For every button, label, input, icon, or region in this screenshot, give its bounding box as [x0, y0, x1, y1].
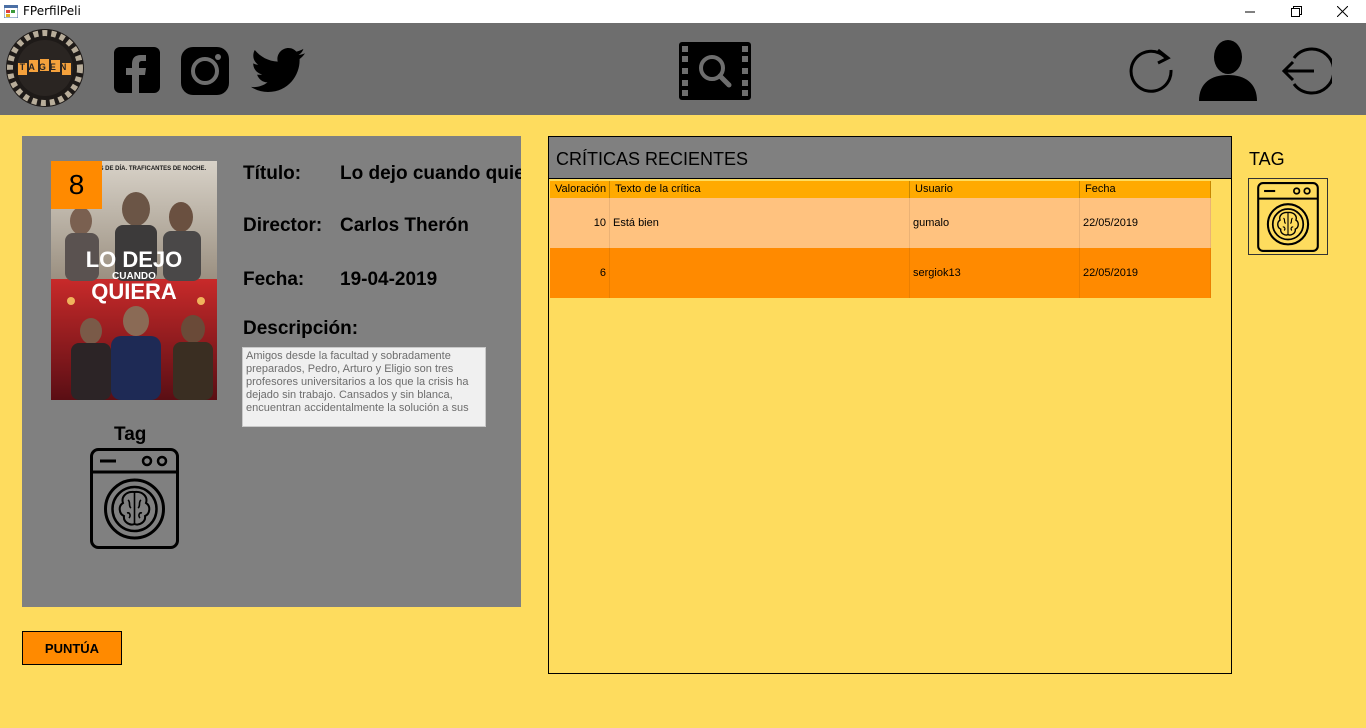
column-header-text[interactable]: Texto de la crítica	[610, 181, 910, 198]
twitter-icon[interactable]	[251, 48, 305, 92]
table-row[interactable]: 10 Está bien gumalo 22/05/2019	[550, 198, 1211, 248]
score-badge: 8	[51, 161, 102, 209]
close-icon	[1336, 6, 1348, 17]
brain-washer-icon[interactable]	[90, 448, 179, 549]
refresh-icon[interactable]	[1128, 46, 1176, 94]
movie-info-panel: PROFESORES DE DÍA. TRAFICANTES DE NOCHE.…	[22, 136, 521, 607]
side-tag-label: TAG	[1249, 149, 1285, 169]
app-icon	[4, 5, 18, 18]
user-icon[interactable]	[1199, 39, 1257, 101]
movie-title: Lo dejo cuando quiera	[340, 163, 521, 184]
description-label: Descripción:	[243, 318, 359, 339]
title-label: Título:	[243, 163, 302, 184]
window-title: FPerfilPeli	[23, 4, 81, 18]
cell-user[interactable]: gumalo	[910, 198, 1080, 248]
description-text[interactable]: Amigos desde la facultad y sobradamente …	[242, 347, 486, 427]
column-header-date[interactable]: Fecha	[1080, 181, 1211, 198]
brain-washer-icon	[1257, 182, 1319, 252]
rate-button[interactable]: PUNTÚA	[22, 631, 122, 665]
column-header-rating[interactable]: Valoración	[550, 181, 610, 198]
cell-text[interactable]: Está bien	[610, 198, 910, 248]
poster-title-1: LO DEJO	[86, 247, 183, 272]
logo-text: TAGEN	[20, 62, 71, 72]
grid-header-row: Valoración Texto de la crítica Usuario F…	[550, 181, 1211, 198]
facebook-icon[interactable]	[114, 47, 160, 93]
close-button[interactable]	[1319, 0, 1365, 23]
tagen-logo[interactable]: TAGEN	[5, 28, 85, 108]
title-bar: FPerfilPeli	[0, 0, 1366, 23]
restore-button[interactable]	[1273, 0, 1319, 23]
cell-text[interactable]	[610, 248, 910, 298]
instagram-icon[interactable]	[181, 47, 229, 95]
tag-label: Tag	[114, 424, 147, 445]
column-header-user[interactable]: Usuario	[910, 181, 1080, 198]
movie-date: 19-04-2019	[340, 269, 438, 290]
cell-user[interactable]: sergiok13	[910, 248, 1080, 298]
poster-title-3: QUIERA	[91, 279, 177, 304]
movie-search-icon[interactable]	[679, 42, 751, 100]
director-label: Director:	[243, 215, 323, 236]
movie-director: Carlos Therón	[340, 215, 469, 236]
table-row[interactable]: 6 sergiok13 22/05/2019	[550, 248, 1211, 298]
reviews-title: CRÍTICAS RECIENTES	[556, 149, 749, 169]
reviews-grid[interactable]: Valoración Texto de la crítica Usuario F…	[550, 181, 1211, 298]
cell-rating[interactable]: 10	[550, 198, 610, 248]
logout-icon[interactable]	[1280, 46, 1332, 96]
minimize-icon	[1245, 11, 1255, 12]
cell-rating[interactable]: 6	[550, 248, 610, 298]
date-label: Fecha:	[243, 269, 305, 290]
minimize-button[interactable]	[1227, 0, 1273, 23]
side-tag-box[interactable]	[1248, 178, 1328, 255]
header-bar: TAGEN	[0, 23, 1366, 115]
recent-reviews-panel: CRÍTICAS RECIENTES Valoración Texto de l…	[548, 136, 1232, 674]
restore-icon	[1290, 6, 1302, 17]
reviews-header: CRÍTICAS RECIENTES	[549, 137, 1231, 179]
cell-date[interactable]: 22/05/2019	[1080, 198, 1211, 248]
cell-date[interactable]: 22/05/2019	[1080, 248, 1211, 298]
